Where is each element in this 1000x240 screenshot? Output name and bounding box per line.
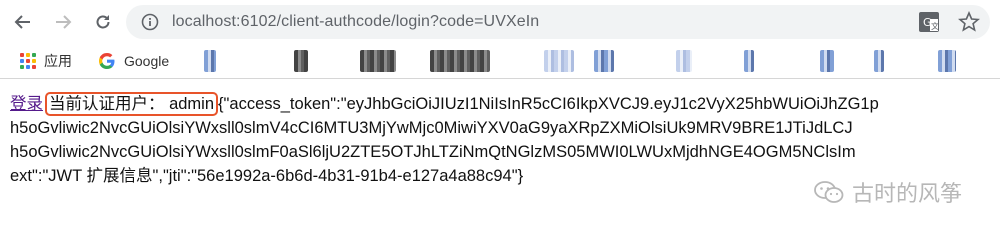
apps-label: 应用: [44, 53, 72, 69]
browser-toolbar: localhost:6102/client-authcode/login?cod…: [0, 0, 1000, 44]
bookmark-apps[interactable]: 应用: [20, 51, 72, 71]
current-user-highlight: 当前认证用户： admin: [45, 92, 219, 116]
redacted-bookmark[interactable]: [744, 50, 754, 72]
translate-icon[interactable]: G 文: [918, 11, 940, 33]
redacted-bookmark[interactable]: [430, 50, 490, 72]
google-label: Google: [124, 53, 170, 69]
site-info-icon[interactable]: [140, 12, 160, 32]
redacted-bookmark[interactable]: [594, 50, 614, 72]
content-line: h5oGvliwic2NvcGUiOlsiYWxsll0slmF0aSl6ljU…: [10, 143, 856, 161]
forward-arrow-icon: [56, 15, 72, 29]
back-button[interactable]: [10, 9, 36, 35]
content-line: 登录 当前认证用户： admin {"access_token":"eyJhbGci…: [10, 92, 1000, 116]
redacted-bookmark[interactable]: [820, 50, 834, 72]
url-text[interactable]: localhost:6102/client-authcode/login?cod…: [172, 13, 539, 31]
content-line: h5oGvliwic2NvcGUiOlsiYWxsll0slmV4cCI6MTU…: [10, 119, 853, 137]
svg-text:文: 文: [931, 21, 939, 31]
redacted-bookmark[interactable]: [544, 50, 574, 72]
bookmark-google[interactable]: Google: [98, 52, 169, 70]
google-icon: [99, 53, 115, 69]
bookmark-star-icon[interactable]: [958, 11, 980, 33]
token-text: {"access_token":"eyJhbGciOiJIUzI1NiIsInR…: [218, 95, 879, 113]
redacted-bookmark[interactable]: [204, 50, 216, 72]
wechat-icon: [814, 181, 844, 203]
watermark-text: 古时的风筝: [851, 182, 962, 207]
redacted-bookmark[interactable]: [294, 50, 308, 72]
login-link[interactable]: 登录: [10, 95, 43, 113]
forward-button[interactable]: [50, 9, 76, 35]
redacted-bookmark[interactable]: [874, 50, 884, 72]
watermark: 古时的风筝: [814, 176, 962, 208]
redacted-bookmark[interactable]: [360, 50, 396, 72]
reload-button[interactable]: [90, 9, 116, 35]
page-content: 登录 当前认证用户： admin {"access_token":"eyJhbGci…: [10, 92, 1000, 188]
redacted-bookmark[interactable]: [938, 50, 956, 72]
bookmarks-bar: 应用 Google: [0, 44, 1000, 79]
redacted-bookmark[interactable]: [676, 50, 692, 72]
back-arrow-icon: [14, 15, 30, 29]
apps-grid-icon: [20, 53, 36, 69]
address-bar[interactable]: localhost:6102/client-authcode/login?cod…: [126, 5, 990, 39]
reload-icon: [96, 15, 110, 29]
